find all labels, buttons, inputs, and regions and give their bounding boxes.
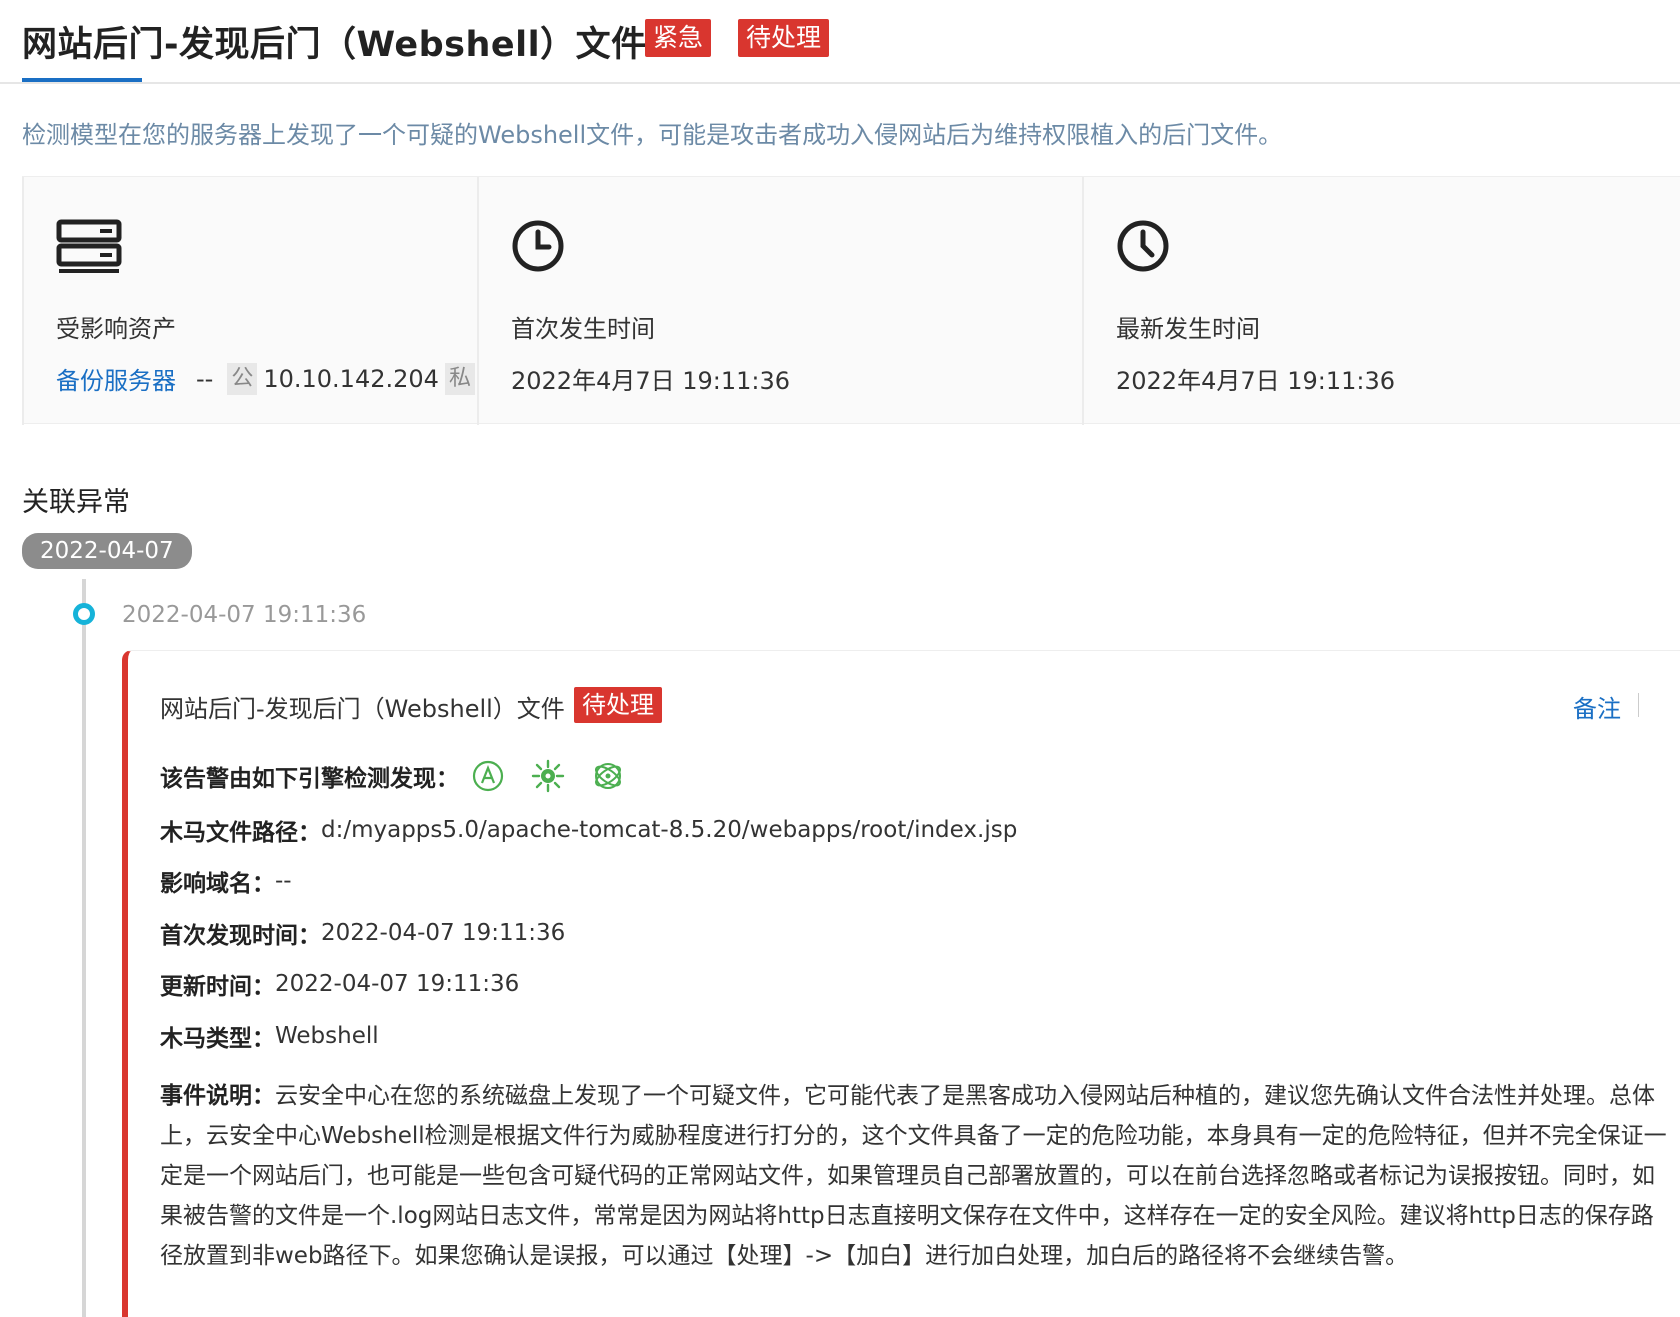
affected-asset-label: 受影响资产	[56, 315, 176, 343]
status-badge: 待处理	[738, 19, 830, 57]
severity-badge: 紧急	[645, 19, 712, 57]
public-ip-badge: 公	[227, 362, 258, 395]
timeline-dot	[73, 603, 95, 625]
engine-a-icon[interactable]	[471, 759, 505, 793]
latest-time-value: 2022年4月7日 19:11:36	[1116, 367, 1396, 395]
engine-icons	[471, 759, 625, 793]
note-divider	[1638, 693, 1639, 717]
event-status-badge: 待处理	[574, 687, 662, 723]
affected-asset-value: 备份服务器 -- 公 10.10.142.204 私	[56, 361, 481, 396]
trojan-type-label: 木马类型：	[160, 1026, 275, 1052]
timeline-date-pill: 2022-04-07	[22, 533, 192, 569]
related-anomalies-title: 关联异常	[22, 487, 130, 518]
first-time-card: 首次发生时间 2022年4月7日 19:11:36	[477, 177, 1082, 425]
event-description: 事件说明：云安全中心在您的系统磁盘上发现了一个可疑文件，它可能代表了是黑客成功入…	[160, 1076, 1675, 1276]
engine-atom-icon[interactable]	[591, 759, 625, 793]
event-timestamp: 2022-04-07 19:11:36	[122, 602, 367, 628]
trojan-type-row: 木马类型： Webshell	[160, 1019, 379, 1053]
first-found-value: 2022-04-07 19:11:36	[321, 920, 566, 946]
page-title: 网站后门-发现后门（Webshell）文件	[22, 25, 647, 65]
asset-name-link[interactable]: 备份服务器	[56, 361, 176, 396]
event-card: 网站后门-发现后门（Webshell）文件 待处理 备注 该告警由如下引擎检测发…	[122, 650, 1680, 1317]
first-time-label: 首次发生时间	[511, 315, 655, 343]
server-icon	[56, 219, 122, 279]
affected-domain-row: 影响域名： --	[160, 864, 292, 898]
trojan-path-value: d:/myapps5.0/apache-tomcat-8.5.20/webapp…	[321, 817, 1018, 843]
private-ip-badge: 私	[444, 362, 475, 395]
latest-time-label: 最新发生时间	[1116, 315, 1260, 343]
update-time-value: 2022-04-07 19:11:36	[275, 971, 520, 997]
trojan-path-row: 木马文件路径： d:/myapps5.0/apache-tomcat-8.5.2…	[160, 813, 1017, 847]
update-time-row: 更新时间： 2022-04-07 19:11:36	[160, 967, 519, 1001]
page-header: 网站后门-发现后门（Webshell）文件 紧急 待处理	[0, 0, 1680, 84]
latest-time-card: 最新发生时间 2022年4月7日 19:11:36	[1082, 177, 1680, 425]
active-tab-indicator	[22, 78, 142, 82]
event-description-label: 事件说明：	[160, 1083, 275, 1109]
clock-icon	[1116, 219, 1170, 277]
event-description-text: 云安全中心在您的系统磁盘上发现了一个可疑文件，它可能代表了是黑客成功入侵网站后种…	[160, 1083, 1667, 1269]
first-time-value: 2022年4月7日 19:11:36	[511, 367, 791, 395]
note-link[interactable]: 备注	[1573, 689, 1621, 724]
timeline-line	[82, 579, 86, 1317]
alert-description: 检测模型在您的服务器上发现了一个可疑的Webshell文件，可能是攻击者成功入侵…	[22, 121, 1283, 149]
clock-icon	[511, 219, 565, 277]
engines-label: 该告警由如下引擎检测发现：	[160, 766, 459, 792]
update-time-label: 更新时间：	[160, 974, 275, 1000]
asset-ip: 10.10.142.204	[263, 364, 439, 393]
detection-engines-row: 该告警由如下引擎检测发现：	[160, 759, 625, 793]
asset-separator: --	[196, 364, 214, 393]
engine-virus-icon[interactable]	[531, 759, 565, 793]
affected-asset-card: 受影响资产 备份服务器 -- 公 10.10.142.204 私	[22, 177, 477, 425]
affected-domain-label: 影响域名：	[160, 871, 275, 897]
first-found-label: 首次发现时间：	[160, 923, 321, 949]
trojan-type-value: Webshell	[275, 1023, 379, 1049]
info-cards: 受影响资产 备份服务器 -- 公 10.10.142.204 私 首次发生时间 …	[22, 176, 1680, 425]
event-title: 网站后门-发现后门（Webshell）文件	[160, 695, 565, 723]
first-found-row: 首次发现时间： 2022-04-07 19:11:36	[160, 916, 565, 950]
trojan-path-label: 木马文件路径：	[160, 820, 321, 846]
affected-domain-value: --	[275, 868, 292, 894]
